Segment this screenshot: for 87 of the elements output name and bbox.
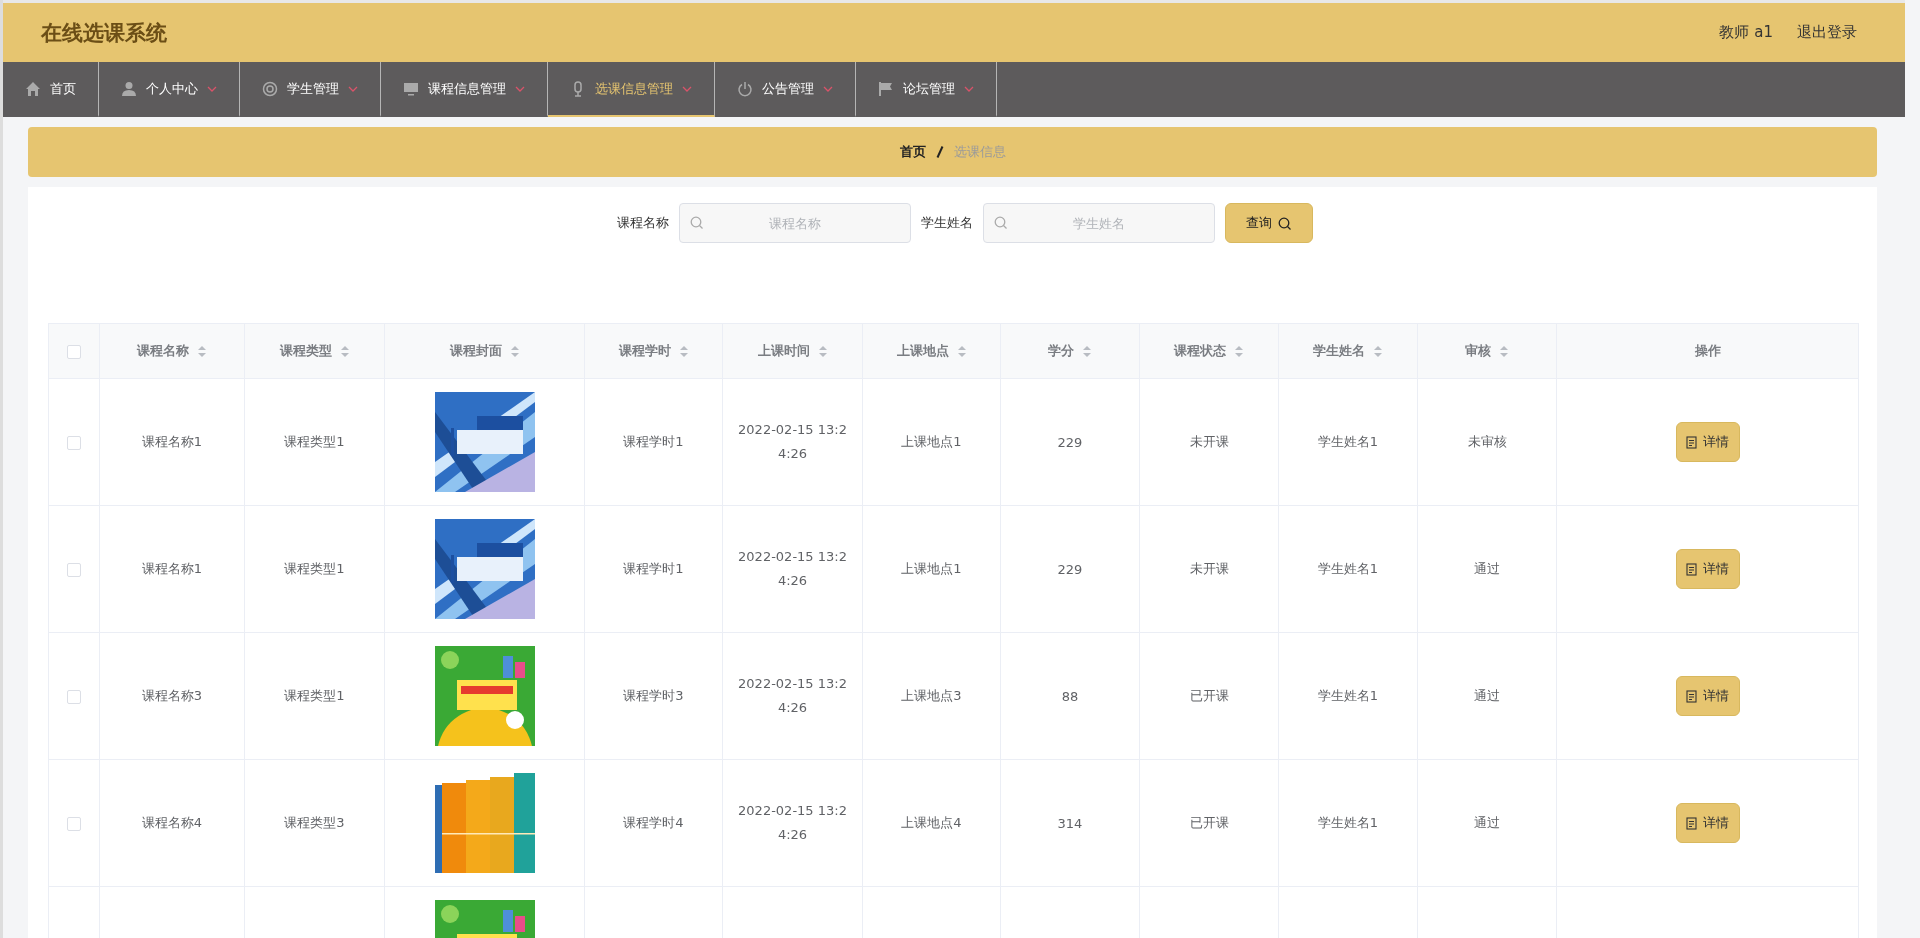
row-checkbox[interactable] — [67, 562, 81, 577]
table-cell-text: 2022-02-15 13:24:26 — [737, 675, 848, 717]
table-cell: 课程名称3 — [141, 688, 203, 703]
table-cell-text: 2022-02-15 13:24:26 — [737, 421, 848, 463]
table-cell: 上课地点1 — [901, 434, 962, 449]
table-cell: 229 — [1057, 434, 1083, 450]
table-cell: 学生姓名1 — [1317, 434, 1379, 449]
logout-link[interactable]: 退出登录 — [1797, 23, 1857, 42]
table-cell: 314 — [1057, 815, 1083, 831]
column-header: 审核 — [1465, 342, 1491, 360]
column-header: 上课地点 — [896, 342, 949, 360]
column-header: 课程学时 — [618, 342, 671, 360]
details-button[interactable]: 详情 — [1675, 803, 1740, 843]
person-icon — [121, 80, 137, 97]
nav-tab[interactable]: 首页 — [3, 62, 99, 117]
field-label: 课程名称 — [616, 214, 669, 232]
column-header: 课程封面 — [449, 342, 502, 360]
home-icon — [25, 80, 41, 97]
nav-tab[interactable]: 学生管理 — [240, 62, 381, 117]
column-header: 学生姓名 — [1313, 342, 1365, 360]
document-icon — [1686, 689, 1697, 703]
table-cell: 上课地点4 — [901, 815, 962, 830]
table-cell: 未开课 — [1189, 434, 1229, 449]
table-cell: 学生姓名1 — [1317, 688, 1379, 703]
row-checkbox[interactable] — [67, 816, 81, 831]
table-cell: 课程类型1 — [284, 688, 345, 703]
user-name: 教师 a1 — [1719, 23, 1773, 42]
table-cell: 学生姓名1 — [1317, 815, 1379, 830]
details-button[interactable]: 详情 — [1675, 549, 1740, 589]
table-cell: 上课地点1 — [901, 561, 962, 576]
table-cell: 课程类型1 — [284, 561, 345, 576]
column-header: 课程名称 — [137, 342, 189, 360]
flag-icon — [878, 80, 894, 97]
row-checkbox[interactable] — [67, 435, 81, 450]
app-title: 在线选课系统 — [41, 19, 167, 47]
table-cell: 已开课 — [1189, 688, 1229, 703]
row-checkbox[interactable] — [67, 689, 81, 704]
table-cell: 课程类型3 — [284, 815, 345, 830]
column-header: 课程类型 — [279, 342, 332, 360]
search-field[interactable]: 课程名称 — [678, 203, 911, 243]
table-cell: 229 — [1057, 561, 1083, 577]
table-cell: 未开课 — [1189, 561, 1229, 576]
nav-tab[interactable]: 论坛管理 — [856, 62, 997, 117]
table-cell: 通过 — [1474, 688, 1500, 703]
nav-tab[interactable]: 选课信息管理 — [548, 62, 715, 117]
table-cell-text: 2022-02-15 13:24:26 — [737, 802, 848, 844]
column-header: 操作 — [1694, 342, 1721, 360]
document-icon — [1686, 816, 1697, 830]
document-icon — [1686, 562, 1697, 576]
search-button[interactable]: 查询 — [1224, 203, 1313, 243]
table-cell: 课程学时3 — [623, 688, 684, 703]
search-icon — [1278, 216, 1291, 230]
table-cell: 课程名称1 — [141, 434, 203, 449]
power-icon — [737, 80, 753, 97]
details-button[interactable]: 详情 — [1675, 422, 1740, 462]
table-cell: 通过 — [1474, 561, 1500, 576]
breadcrumb-link[interactable]: 首页 — [899, 143, 926, 161]
table-cell: 课程学时1 — [623, 434, 684, 449]
table-cell: 通过 — [1474, 815, 1500, 830]
table-cell: 学生姓名1 — [1317, 561, 1379, 576]
nav-tab[interactable]: 课程信息管理 — [381, 62, 548, 117]
column-header: 学分 — [1048, 342, 1074, 360]
field-label: 学生姓名 — [920, 214, 973, 232]
table-cell: 已开课 — [1189, 815, 1229, 830]
nav-tab[interactable]: 个人中心 — [99, 62, 240, 117]
table-cell: 课程名称4 — [141, 815, 203, 830]
monitor-icon — [403, 80, 419, 97]
table-cell: 课程名称1 — [141, 561, 203, 576]
breadcrumb-current: 选课信息 — [953, 143, 1006, 161]
table-cell: 上课地点3 — [901, 688, 962, 703]
table-cell: 未审核 — [1467, 434, 1507, 449]
table-cell: 88 — [1061, 688, 1079, 704]
search-icon — [993, 216, 1007, 229]
table-cell-text: 2022-02-15 13:24:26 — [737, 548, 848, 590]
document-icon — [1686, 435, 1697, 449]
search-icon — [689, 216, 703, 229]
nav-tab[interactable]: 公告管理 — [715, 62, 856, 117]
select-all-checkbox[interactable] — [67, 344, 81, 359]
column-header: 课程状态 — [1174, 342, 1226, 360]
search-field[interactable]: 学生姓名 — [982, 203, 1215, 243]
ring-icon — [262, 80, 278, 97]
table-cell: 课程学时1 — [623, 561, 684, 576]
column-header: 上课时间 — [757, 342, 810, 360]
table-cell: 课程学时4 — [623, 815, 684, 830]
details-button[interactable]: 详情 — [1675, 676, 1740, 716]
slash-separator-icon — [935, 146, 944, 158]
table-cell: 课程类型1 — [284, 434, 345, 449]
